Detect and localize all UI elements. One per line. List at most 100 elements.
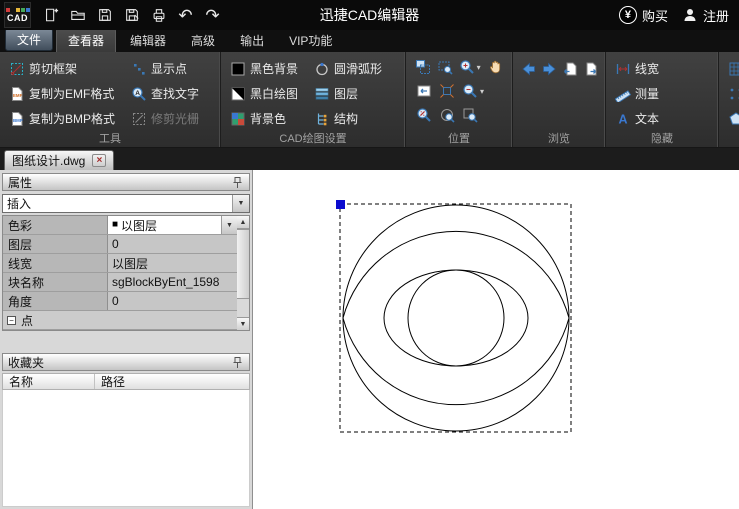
user-icon xyxy=(682,7,698,23)
pin-icon[interactable] xyxy=(231,176,244,189)
redo-button[interactable]: ↷ xyxy=(199,2,226,28)
zoom-scale-icon xyxy=(416,107,432,123)
color-value-combo[interactable]: ■ 以图层 ▼ xyxy=(108,216,237,234)
view-forward-button[interactable] xyxy=(581,58,599,80)
app-logo-icon: CAD xyxy=(4,2,31,28)
black-background-button[interactable]: 黑色背景 xyxy=(228,56,300,81)
tab-advanced[interactable]: 高级 xyxy=(180,29,226,52)
forward-button[interactable] xyxy=(540,58,558,80)
line-width-button[interactable]: 线宽 xyxy=(613,56,712,81)
scroll-up-button[interactable]: ▲ xyxy=(237,216,249,229)
zoom-in-button[interactable] xyxy=(457,56,477,78)
ribbon: 剪切框架 EMF 复制为EMF格式 BMP 复制为BMP格式 xyxy=(0,52,739,148)
save-icon xyxy=(97,7,113,23)
pan-button[interactable] xyxy=(486,56,506,78)
points-button[interactable] xyxy=(726,81,739,106)
zoom-out-button[interactable] xyxy=(459,80,480,102)
region-icon xyxy=(728,111,739,127)
background-color-button[interactable]: 背景色 xyxy=(228,106,300,131)
zoom-scale-button[interactable] xyxy=(413,104,434,126)
menu-tab-bar: 文件 查看器 编辑器 高级 输出 VIP功能 xyxy=(0,30,739,52)
smooth-arc-button[interactable]: 圆滑弧形 xyxy=(312,56,384,81)
column-name[interactable]: 名称 xyxy=(3,374,95,389)
favorites-list[interactable] xyxy=(2,390,250,507)
tab-vip[interactable]: VIP功能 xyxy=(278,29,343,52)
save-button[interactable] xyxy=(91,2,118,28)
zoom-all-icon xyxy=(462,107,478,123)
circle-entity[interactable] xyxy=(343,205,569,431)
region-button[interactable] xyxy=(726,106,739,131)
open-file-button[interactable] xyxy=(64,2,91,28)
group-label-tools: 工具 xyxy=(0,130,220,146)
zoom-window-button[interactable] xyxy=(413,56,433,78)
buy-button[interactable]: ¥ 购买 xyxy=(619,6,668,25)
property-row-blockname: 块名称 sgBlockByEnt_1598 xyxy=(3,273,237,292)
cut-frame-button[interactable]: 剪切框架 xyxy=(7,56,117,81)
new-file-button[interactable] xyxy=(37,2,64,28)
property-row-angle: 角度 0 xyxy=(3,292,237,311)
zoom-out-dropdown[interactable]: ▾ xyxy=(480,87,488,96)
arc-lens-entity[interactable] xyxy=(343,231,569,404)
circle-entity[interactable] xyxy=(408,270,504,366)
tab-editor[interactable]: 编辑器 xyxy=(119,29,177,52)
view-back-button[interactable] xyxy=(561,58,579,80)
ribbon-group-position: ▾ xyxy=(406,52,513,147)
property-grid-scrollbar[interactable]: ▲ ▼ xyxy=(237,215,250,331)
save-as-button[interactable] xyxy=(118,2,145,28)
background-color-icon xyxy=(230,111,246,127)
scroll-down-button[interactable]: ▼ xyxy=(237,317,249,330)
print-button[interactable] xyxy=(145,2,172,28)
show-points-icon xyxy=(131,61,147,77)
scroll-thumb[interactable] xyxy=(237,229,249,299)
text-button[interactable]: A 文本 xyxy=(613,106,712,131)
copy-bmp-button[interactable]: BMP 复制为BMP格式 xyxy=(7,106,117,131)
insert-selector[interactable]: 插入 ▼ xyxy=(2,194,250,213)
zoom-all-button[interactable] xyxy=(459,104,480,126)
black-background-icon xyxy=(230,61,246,77)
zoom-previous-icon xyxy=(416,83,432,99)
structure-button[interactable]: 结构 xyxy=(312,106,384,131)
undo-button[interactable]: ↶ xyxy=(172,2,199,28)
bw-drawing-button[interactable]: 黑白绘图 xyxy=(228,81,300,106)
titlebar-actions: ¥ 购买 注册 xyxy=(619,6,739,25)
structure-icon xyxy=(314,111,330,127)
zoom-object-button[interactable] xyxy=(436,104,457,126)
selection-grip[interactable] xyxy=(336,200,345,209)
ellipse-entity[interactable] xyxy=(384,270,528,366)
column-path[interactable]: 路径 xyxy=(95,374,131,389)
zoom-object-icon xyxy=(439,107,455,123)
find-text-button[interactable]: A 查找文字 xyxy=(129,81,201,106)
register-button[interactable]: 注册 xyxy=(682,6,729,25)
title-bar: CAD ↶ ↷ 迅捷CAD编辑器 xyxy=(0,0,739,30)
close-tab-button[interactable]: × xyxy=(92,154,106,167)
zoom-previous-button[interactable] xyxy=(413,80,434,102)
layers-button[interactable]: 图层 xyxy=(312,81,384,106)
view-back-icon xyxy=(562,61,578,77)
copy-emf-button[interactable]: EMF 复制为EMF格式 xyxy=(7,81,117,106)
measure-button[interactable]: 测量 xyxy=(613,81,712,106)
tab-viewer[interactable]: 查看器 xyxy=(56,28,116,52)
print-icon xyxy=(151,7,167,23)
hatch-button[interactable] xyxy=(726,56,739,81)
tab-file[interactable]: 文件 xyxy=(5,28,53,51)
zoom-dynamic-button[interactable] xyxy=(435,56,455,78)
trim-raster-button[interactable]: 修剪光栅 xyxy=(129,106,201,131)
zoom-extents-button[interactable] xyxy=(436,80,457,102)
ribbon-group-hide: 线宽 测量 A 文本 隐藏 xyxy=(606,52,719,147)
combo-dropdown-button[interactable]: ▼ xyxy=(232,195,249,212)
show-points-button[interactable]: 显示点 xyxy=(129,56,201,81)
drawing-canvas[interactable] xyxy=(253,170,739,509)
cad-drawing[interactable] xyxy=(253,170,738,509)
color-dropdown-button[interactable]: ▼ xyxy=(221,216,237,234)
favorites-header: 收藏夹 xyxy=(2,353,250,371)
svg-text:BMP: BMP xyxy=(13,118,23,123)
favorites-column-headers: 名称 路径 xyxy=(2,373,250,390)
pin-icon[interactable] xyxy=(231,356,244,369)
tab-output[interactable]: 输出 xyxy=(229,29,275,52)
find-text-icon: A xyxy=(131,86,147,102)
zoom-in-dropdown[interactable]: ▾ xyxy=(477,63,485,72)
back-button[interactable] xyxy=(520,58,538,80)
group-label-hide: 隐藏 xyxy=(606,130,718,146)
collapse-expander[interactable]: − xyxy=(7,316,16,325)
document-tab[interactable]: 图纸设计.dwg × xyxy=(4,150,114,170)
